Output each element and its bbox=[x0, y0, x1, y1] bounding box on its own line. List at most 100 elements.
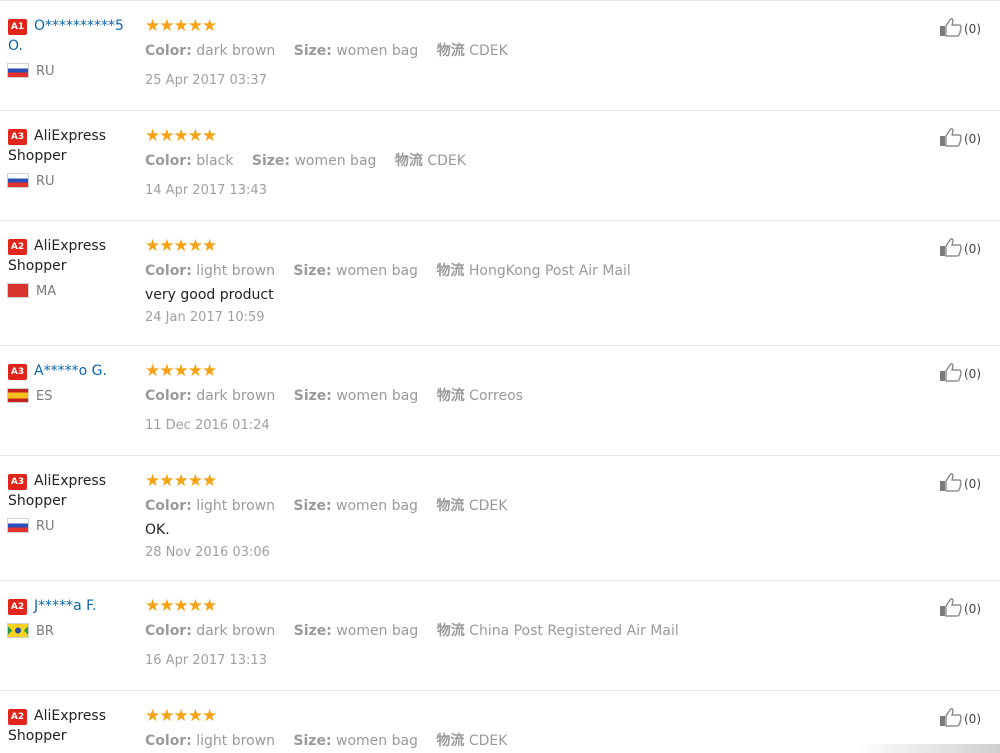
review-date: 28 Nov 2016 03:06 bbox=[145, 545, 270, 560]
reviewer-name-cont: Shopper bbox=[8, 148, 67, 164]
helpful-count: (0) bbox=[964, 242, 981, 256]
color-label: Color: bbox=[145, 388, 192, 404]
color-value: light brown bbox=[196, 733, 275, 749]
size-value: women bag bbox=[336, 43, 419, 59]
reviewer-name: AliExpress bbox=[34, 238, 107, 254]
review-text: OK. bbox=[145, 522, 170, 538]
color-value: light brown bbox=[196, 498, 275, 514]
order-attributes: Color: light brown Size: women bag 物流 CD… bbox=[145, 731, 865, 751]
reviewer-name: AliExpress bbox=[34, 128, 107, 144]
review-item: A1 O**********5 O. RU ★★★★★ Color: dark b… bbox=[0, 1, 1000, 111]
morocco-flag-icon bbox=[8, 284, 28, 297]
size-label: Size: bbox=[293, 388, 332, 404]
reviewer-info: A2 J*****a F. BR bbox=[8, 596, 140, 641]
thumbs-up-icon[interactable] bbox=[938, 237, 964, 257]
russia-flag-icon bbox=[8, 174, 28, 187]
review-content: ★★★★★ Color: dark brown Size: women bag … bbox=[145, 596, 865, 670]
reviewer-country: ES bbox=[8, 388, 140, 406]
review-content: ★★★★★ Color: light brown Size: women bag… bbox=[145, 236, 865, 327]
buyer-level-badge: A1 bbox=[8, 19, 27, 35]
color-value: black bbox=[196, 153, 234, 169]
helpful-count: (0) bbox=[964, 477, 981, 491]
reviewer-info: A3 AliExpress Shopper RU bbox=[8, 471, 140, 536]
helpful-vote[interactable]: (0) bbox=[938, 472, 981, 494]
buyer-level-badge: A3 bbox=[8, 474, 27, 490]
reviewer-country: MA bbox=[8, 283, 140, 301]
buyer-level-badge: A2 bbox=[8, 239, 27, 255]
reviewer-name: A*****o G. bbox=[34, 363, 107, 379]
review-content: ★★★★★ Color: dark brown Size: women bag … bbox=[145, 361, 865, 435]
star-rating: ★★★★★ bbox=[145, 706, 217, 726]
star-rating: ★★★★★ bbox=[145, 471, 217, 491]
helpful-vote[interactable]: (0) bbox=[938, 237, 981, 259]
review-date: 25 Apr 2017 03:37 bbox=[145, 73, 267, 88]
order-attributes: Color: dark brown Size: women bag 物流 Cor… bbox=[145, 386, 865, 406]
color-value: light brown bbox=[196, 263, 275, 279]
thumbs-up-icon[interactable] bbox=[938, 597, 964, 617]
helpful-count: (0) bbox=[964, 132, 981, 146]
size-label: Size: bbox=[293, 498, 332, 514]
star-rating: ★★★★★ bbox=[145, 126, 217, 146]
star-rating: ★★★★★ bbox=[145, 16, 217, 36]
star-rating: ★★★★★ bbox=[145, 596, 217, 616]
helpful-vote[interactable]: (0) bbox=[938, 362, 981, 384]
order-attributes: Color: dark brown Size: women bag 物流 Chi… bbox=[145, 621, 865, 641]
color-value: dark brown bbox=[196, 623, 276, 639]
reviewer-name: J*****a F. bbox=[34, 598, 97, 614]
color-label: Color: bbox=[145, 498, 192, 514]
review-text: very good product bbox=[145, 287, 274, 303]
country-code: BR bbox=[36, 624, 54, 639]
size-label: Size: bbox=[293, 733, 332, 749]
review-item: A2 J*****a F. BR ★★★★★ Color: dark brown … bbox=[0, 581, 1000, 691]
review-content: ★★★★★ Color: dark brown Size: women bag … bbox=[145, 16, 865, 90]
review-date: 14 Apr 2017 13:43 bbox=[145, 183, 267, 198]
country-code: MA bbox=[36, 284, 57, 299]
helpful-vote[interactable]: (0) bbox=[938, 17, 981, 39]
logistics-label: 物流 bbox=[436, 623, 465, 639]
review-item: A3 A*****o G. ES ★★★★★ Color: dark brown … bbox=[0, 346, 1000, 456]
size-value: women bag bbox=[336, 388, 419, 404]
buyer-level-badge: A3 bbox=[8, 364, 27, 380]
reviewer-country: RU bbox=[8, 173, 140, 191]
logistics-value: CDEK bbox=[469, 43, 508, 59]
logistics-label: 物流 bbox=[436, 43, 465, 59]
thumbs-up-icon[interactable] bbox=[938, 127, 964, 147]
reviewer-name: AliExpress bbox=[34, 708, 107, 724]
order-attributes: Color: light brown Size: women bag 物流 Ho… bbox=[145, 261, 865, 281]
buyer-level-badge: A3 bbox=[8, 129, 27, 145]
helpful-vote[interactable]: (0) bbox=[938, 597, 981, 619]
helpful-count: (0) bbox=[964, 367, 981, 381]
helpful-vote[interactable]: (0) bbox=[938, 127, 981, 149]
thumbs-up-icon[interactable] bbox=[938, 362, 964, 382]
logistics-label: 物流 bbox=[436, 733, 465, 749]
review-item: A3 AliExpress Shopper RU ★★★★★ Color: lig… bbox=[0, 456, 1000, 581]
reviewer-name-cont: Shopper bbox=[8, 493, 67, 509]
helpful-vote[interactable]: (0) bbox=[938, 707, 981, 729]
color-value: dark brown bbox=[196, 43, 276, 59]
size-label: Size: bbox=[293, 623, 332, 639]
thumbs-up-icon[interactable] bbox=[938, 17, 964, 37]
size-value: women bag bbox=[336, 263, 418, 279]
review-item: A2 AliExpress Shopper MA ★★★★★ Color: lig… bbox=[0, 221, 1000, 346]
thumbs-up-icon[interactable] bbox=[938, 707, 964, 727]
reviewer-country: RU bbox=[8, 518, 140, 536]
buyer-level-badge: A2 bbox=[8, 599, 27, 615]
color-label: Color: bbox=[145, 733, 192, 749]
logistics-label: 物流 bbox=[436, 498, 465, 514]
color-label: Color: bbox=[145, 153, 192, 169]
buyer-level-badge: A2 bbox=[8, 709, 27, 725]
color-value: dark brown bbox=[196, 388, 276, 404]
size-value: women bag bbox=[336, 733, 418, 749]
russia-flag-icon bbox=[8, 64, 28, 77]
color-label: Color: bbox=[145, 623, 192, 639]
review-item: A2 AliExpress Shopper ★★★★★ Color: light … bbox=[0, 691, 1000, 753]
reviewer-name: AliExpress bbox=[34, 473, 107, 489]
size-label: Size: bbox=[293, 43, 332, 59]
review-content: ★★★★★ Color: light brown Size: women bag… bbox=[145, 471, 865, 562]
order-attributes: Color: black Size: women bag 物流 CDEK bbox=[145, 151, 865, 171]
review-date: 16 Apr 2017 13:13 bbox=[145, 653, 267, 668]
reviewer-name: O**********5 bbox=[34, 18, 124, 34]
reviewer-info: A2 AliExpress Shopper bbox=[8, 706, 140, 746]
thumbs-up-icon[interactable] bbox=[938, 472, 964, 492]
reviewer-info: A3 AliExpress Shopper RU bbox=[8, 126, 140, 191]
